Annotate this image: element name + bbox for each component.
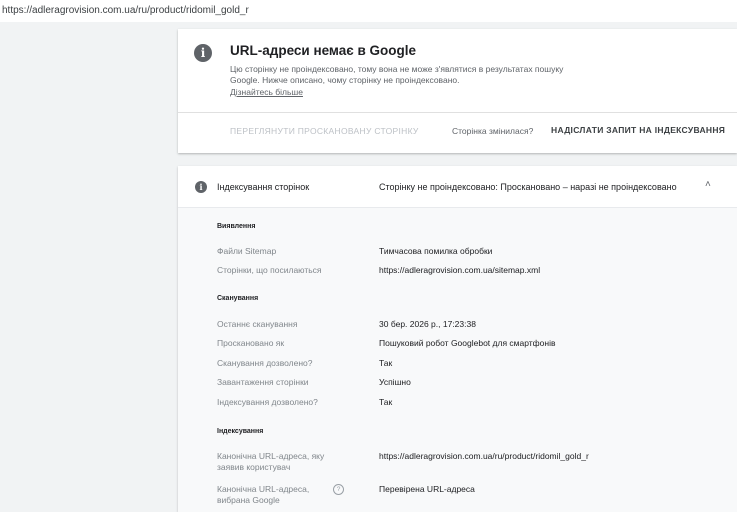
indexing-allowed-value: Так (379, 397, 393, 407)
last-crawl-label: Останнє сканування (217, 319, 298, 329)
page-indexing-header[interactable]: i Індексування сторінок Сторінку не проі… (178, 166, 737, 208)
index-status-card: i URL-адреси немає в Google Цю сторінку … (178, 29, 737, 153)
section-title-indexing: Індексування (217, 428, 264, 435)
crawl-allowed-label: Сканування дозволено? (217, 358, 313, 368)
last-crawl-value: 30 бер. 2026 р., 17:23:38 (379, 319, 476, 329)
page-changed-text: Сторінка змінилася? (452, 126, 534, 136)
left-panel (0, 22, 178, 512)
crawled-as-label: Проскановано як (217, 338, 285, 348)
google-canonical-label: Канонічна URL-адреса, вибрана Google (217, 484, 310, 505)
view-crawled-page-button[interactable]: ПЕРЕГЛЯНУТИ ПРОСКАНОВАНУ СТОРІНКУ (230, 126, 419, 136)
user-canonical-label: Канонічна URL-адреса, яку заявив користу… (217, 451, 325, 472)
status-description: Цю сторінку не проіндексовано, тому вона… (230, 64, 564, 85)
section-title-discovery: Виявлення (217, 223, 256, 230)
chevron-up-icon[interactable]: ˄ (705, 179, 711, 190)
section-title-crawl: Сканування (217, 295, 259, 302)
user-canonical-value[interactable]: https://adleragrovision.com.ua/ru/produc… (379, 451, 589, 462)
referring-pages-label: Сторінки, що посилаються (217, 265, 322, 275)
referring-pages-value[interactable]: https://adleragrovision.com.ua/sitemap.x… (379, 265, 540, 276)
sitemaps-label: Файли Sitemap (217, 246, 277, 256)
request-indexing-button[interactable]: НАДІСЛАТИ ЗАПИТ НА ІНДЕКСУВАННЯ (551, 125, 725, 135)
info-icon: i (194, 44, 212, 62)
google-canonical-value: Перевірена URL-адреса (379, 484, 475, 494)
crawl-allowed-value: Так (379, 358, 393, 368)
page-fetch-label: Завантаження сторінки (217, 377, 309, 387)
help-icon[interactable]: ? (333, 484, 344, 495)
page-indexing-label: Індексування сторінок (217, 182, 310, 192)
crawled-as-value: Пошуковий робот Googlebot для смартфонів (379, 338, 556, 348)
learn-more-link[interactable]: Дізнайтесь більше (230, 87, 303, 97)
indexing-allowed-label: Індексування дозволено? (217, 397, 318, 407)
sitemaps-value: Тимчасова помилка обробки (379, 246, 493, 256)
card-divider (178, 112, 737, 113)
url-address-bar[interactable]: https://adleragrovision.com.ua/ru/produc… (0, 0, 737, 22)
page-indexing-status: Сторінку не проіндексовано: Проскановано… (379, 182, 677, 192)
status-title: URL-адреси немає в Google (230, 43, 417, 58)
page-indexing-card: i Індексування сторінок Сторінку не проі… (178, 166, 737, 512)
info-icon: i (195, 181, 207, 193)
page-fetch-value: Успішно (379, 377, 411, 387)
